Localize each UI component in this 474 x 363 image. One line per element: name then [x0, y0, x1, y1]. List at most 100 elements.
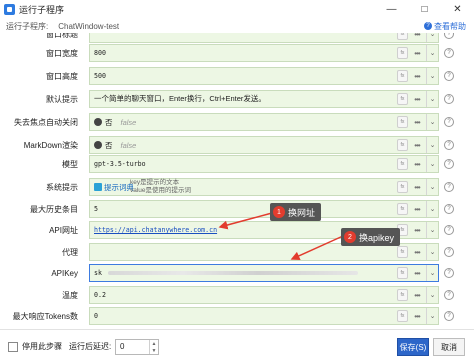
ellipsis-icon[interactable]: ••• — [410, 267, 424, 279]
expression-icon[interactable]: fx — [397, 158, 408, 170]
delay-stepper[interactable]: 0 ▲ ▼ — [115, 339, 159, 355]
chevron-down-icon[interactable]: ⌄ — [426, 45, 438, 61]
callout-number: 1 — [273, 206, 285, 218]
question-circle-icon[interactable]: ? — [444, 94, 454, 104]
chevron-down-icon[interactable]: ⌄ — [426, 222, 438, 238]
help-link[interactable]: ? 查看帮助 — [424, 19, 466, 33]
question-circle-icon[interactable]: ? — [444, 71, 454, 81]
option-label: 否 — [105, 117, 113, 127]
ellipsis-icon[interactable]: ••• — [410, 181, 424, 193]
chevron-down-icon[interactable]: ⌄ — [426, 91, 438, 107]
row-label: 系统提示 — [46, 182, 78, 192]
question-circle-icon[interactable]: ? — [444, 182, 454, 192]
max-history-field[interactable]: 5 fx ••• ⌄ — [89, 200, 439, 218]
row-label: 失去焦点自动关闭 — [14, 117, 78, 127]
bool-option[interactable]: 否 false — [94, 140, 136, 150]
chevron-down-icon[interactable]: ⌄ — [426, 179, 438, 195]
expression-icon[interactable]: fx — [397, 139, 408, 151]
subheader: 运行子程序: ChatWindow-test ? 查看帮助 — [0, 19, 474, 33]
chevron-down-icon[interactable]: ⌄ — [426, 244, 438, 260]
chevron-down-icon[interactable]: ⌄ — [426, 201, 438, 217]
question-circle-icon[interactable]: ? — [444, 268, 454, 278]
height-field[interactable]: 500 fx ••• ⌄ — [89, 67, 439, 85]
question-circle-icon[interactable]: ? — [444, 225, 454, 235]
expression-icon[interactable]: fx — [397, 93, 408, 105]
row-temperature: 温度 0.2 fx ••• ⌄ ? — [0, 284, 474, 306]
width-field[interactable]: 800 fx ••• ⌄ — [89, 44, 439, 62]
ellipsis-icon[interactable]: ••• — [410, 47, 424, 59]
expression-icon[interactable]: fx — [397, 33, 408, 40]
maximize-icon[interactable]: □ — [408, 0, 441, 19]
ellipsis-icon[interactable]: ••• — [410, 33, 424, 40]
question-circle-icon[interactable]: ? — [444, 204, 454, 214]
question-circle-icon[interactable]: ? — [444, 159, 454, 169]
dictionary-chip[interactable]: 提示词典 — [94, 181, 134, 193]
app-icon — [4, 4, 15, 15]
bool-option[interactable]: 否 false — [94, 117, 136, 127]
question-circle-icon[interactable]: ? — [444, 311, 454, 321]
ellipsis-icon[interactable]: ••• — [410, 203, 424, 215]
ellipsis-icon[interactable]: ••• — [410, 289, 424, 301]
delay-value: 0 — [120, 342, 125, 351]
expression-icon[interactable]: fx — [397, 203, 408, 215]
model-field[interactable]: gpt-3.5-turbo fx ••• ⌄ — [89, 155, 439, 173]
temperature-field[interactable]: 0.2 fx ••• ⌄ — [89, 286, 439, 304]
expression-icon[interactable]: fx — [397, 116, 408, 128]
row-label: API网址 — [49, 225, 78, 235]
chevron-down-icon[interactable]: ⌄ — [426, 287, 438, 303]
ellipsis-icon[interactable]: ••• — [410, 116, 424, 128]
question-circle-icon[interactable]: ? — [444, 48, 454, 58]
row-max-tokens: 最大响应Tokens数 0 fx ••• ⌄ ? — [0, 305, 474, 327]
ellipsis-icon[interactable]: ••• — [410, 224, 424, 236]
option-value: false — [120, 140, 137, 150]
row-label: 温度 — [62, 290, 78, 300]
redacted-key — [108, 271, 358, 275]
expression-icon[interactable]: fx — [397, 47, 408, 59]
row-label: 模型 — [62, 159, 78, 169]
row-api-url: API网址 https://api.chatanywhere.com.cn fx… — [0, 219, 474, 241]
question-circle-icon[interactable]: ? — [444, 290, 454, 300]
ellipsis-icon[interactable]: ••• — [410, 93, 424, 105]
ellipsis-icon[interactable]: ••• — [410, 70, 424, 82]
stepper-arrows-icon[interactable]: ▲ ▼ — [149, 340, 158, 354]
expression-icon[interactable]: fx — [397, 267, 408, 279]
chevron-down-icon[interactable]: ⌄ — [426, 114, 438, 130]
minimize-icon[interactable]: — — [375, 0, 408, 19]
cancel-button[interactable]: 取消 — [433, 338, 465, 356]
chevron-down-icon[interactable]: ⌄ — [426, 33, 438, 42]
max-tokens-field[interactable]: 0 fx ••• ⌄ — [89, 307, 439, 325]
disable-step-checkbox[interactable] — [8, 342, 18, 352]
expression-icon[interactable]: fx — [397, 310, 408, 322]
chevron-down-icon[interactable]: ⌄ — [426, 156, 438, 172]
question-circle-icon[interactable]: ? — [444, 117, 454, 127]
expression-icon[interactable]: fx — [397, 289, 408, 301]
chevron-down-icon[interactable]: ⌄ — [426, 308, 438, 324]
question-circle-icon[interactable]: ? — [444, 33, 454, 39]
system-prompt-field[interactable]: 提示词典 key是提示的文本 value是使用的提示词 fx ••• ⌄ — [89, 178, 439, 196]
expression-icon[interactable]: fx — [397, 70, 408, 82]
field-value: sk — [94, 269, 102, 277]
ellipsis-icon[interactable]: ••• — [410, 139, 424, 151]
api-key-field[interactable]: sk fx ••• ⌄ — [89, 264, 439, 282]
row-label: 窗口高度 — [46, 71, 78, 81]
expression-icon[interactable]: fx — [397, 181, 408, 193]
chevron-down-icon[interactable]: ⌄ — [426, 137, 438, 153]
markdown-field[interactable]: 否 false fx ••• ⌄ — [89, 136, 439, 154]
expression-icon[interactable]: fx — [397, 246, 408, 258]
ellipsis-icon[interactable]: ••• — [410, 310, 424, 322]
callout-text: 换apikey — [359, 232, 395, 243]
chevron-down-icon[interactable]: ⌄ — [426, 265, 438, 281]
default-hint-field[interactable]: 一个简单的聊天窗口，Enter换行，Ctrl+Enter发送。 fx ••• ⌄ — [89, 90, 439, 108]
field-value: 一个简单的聊天窗口，Enter换行，Ctrl+Enter发送。 — [94, 94, 266, 103]
lose-focus-field[interactable]: 否 false fx ••• ⌄ — [89, 113, 439, 131]
ellipsis-icon[interactable]: ••• — [410, 158, 424, 170]
question-circle-icon[interactable]: ? — [444, 247, 454, 257]
question-circle-icon[interactable]: ? — [444, 140, 454, 150]
ellipsis-icon[interactable]: ••• — [410, 246, 424, 258]
dictionary-icon — [94, 183, 102, 191]
chevron-down-icon[interactable]: ⌄ — [426, 68, 438, 84]
close-icon[interactable]: ✕ — [441, 0, 474, 19]
option-value: false — [120, 117, 137, 127]
save-button[interactable]: 保存(S) — [397, 338, 429, 356]
dictionary-hint: key是提示的文本 value是使用的提示词 — [130, 179, 191, 195]
